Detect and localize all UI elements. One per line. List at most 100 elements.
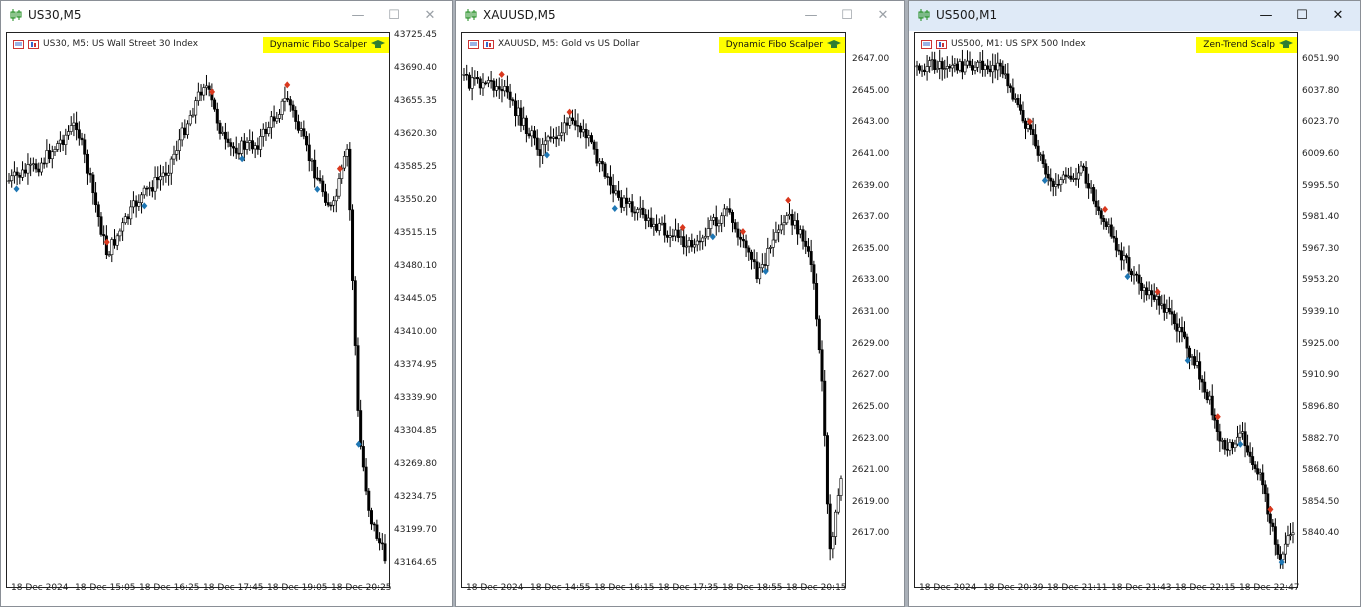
candle-body — [617, 190, 621, 198]
candle — [1008, 83, 1012, 93]
close-button[interactable]: ✕ — [420, 6, 440, 26]
price-tick-label: 2627.00 — [852, 370, 890, 381]
maximize-button[interactable]: ☐ — [1292, 6, 1312, 26]
window-title-bar[interactable]: XAUUSD,M5 — ☐ ✕ — [456, 1, 904, 31]
price-axis: 43725.45 43690.40 43655.35 43620.30 43585.25… — [392, 30, 447, 590]
candle — [497, 77, 501, 100]
candle-body — [118, 230, 122, 237]
one-click-trading-icon[interactable] — [468, 39, 479, 49]
price-tick-label: 2629.00 — [852, 338, 890, 349]
window-title-bar[interactable]: US500,M1 — ☐ ✕ — [909, 1, 1360, 31]
one-click-trading-icon[interactable] — [13, 39, 24, 49]
candle-body — [570, 117, 574, 121]
candle-body — [614, 190, 618, 194]
candle-body — [67, 131, 71, 136]
candle-body — [497, 86, 501, 90]
buy-signal-arrow — [1124, 273, 1131, 281]
candle — [34, 158, 38, 173]
candle-body — [264, 128, 268, 134]
price-chart[interactable] — [915, 33, 1297, 587]
candle-body — [741, 238, 745, 242]
depth-of-market-icon[interactable] — [936, 39, 947, 49]
candle-body — [26, 164, 30, 174]
candle-body — [535, 137, 539, 150]
candle-body — [486, 80, 490, 84]
time-tick-label: 18 Dec 2024 — [466, 583, 524, 593]
candle-body — [955, 63, 959, 71]
candle-body — [323, 191, 327, 203]
candle-body — [242, 140, 246, 150]
candle-body — [1203, 381, 1207, 393]
candle-body — [369, 510, 373, 525]
candle — [183, 119, 187, 139]
candle — [1233, 439, 1237, 452]
candle — [169, 156, 173, 185]
candle-body — [1238, 432, 1242, 438]
candle — [58, 131, 62, 153]
candle-body — [687, 240, 691, 247]
close-button[interactable]: ✕ — [873, 6, 893, 26]
chart-window-xauusd[interactable]: XAUUSD,M5 — ☐ ✕ XAUUSD, M5: Gold vs US D… — [455, 0, 905, 607]
maximize-button[interactable]: ☐ — [384, 6, 404, 26]
candle — [83, 133, 87, 164]
window-title: US500,M1 — [936, 8, 998, 22]
depth-of-market-icon[interactable] — [483, 39, 494, 49]
candle — [785, 212, 789, 225]
minimize-button[interactable]: — — [348, 6, 368, 26]
candle-body — [1157, 296, 1161, 306]
chart-canvas[interactable]: US500, M1: US SPX 500 Index Zen-Trend Sc… — [914, 32, 1298, 588]
maximize-button[interactable]: ☐ — [837, 6, 857, 26]
symbol-info: US500, M1: US SPX 500 Index — [921, 39, 1086, 49]
price-tick-label: 43410.00 — [394, 327, 437, 337]
price-chart[interactable] — [7, 33, 389, 587]
candle-body — [514, 100, 518, 117]
candle-body — [771, 239, 775, 248]
candle — [126, 213, 130, 225]
candle — [600, 158, 604, 172]
minimize-button[interactable]: — — [1256, 6, 1276, 26]
candle — [958, 58, 962, 73]
close-button[interactable]: ✕ — [1328, 6, 1348, 26]
window-title-bar[interactable]: US30,M5 — ☐ ✕ — [1, 1, 452, 31]
candle — [137, 194, 141, 211]
candle-body — [938, 61, 942, 69]
candle — [380, 533, 384, 551]
one-click-trading-icon[interactable] — [921, 39, 932, 49]
candle — [96, 201, 100, 227]
candle-body — [1286, 535, 1290, 545]
candle-body — [774, 231, 778, 241]
candle — [709, 215, 713, 237]
candle — [1278, 546, 1282, 569]
candle-body — [77, 129, 81, 139]
candle — [1286, 525, 1290, 548]
candle-body — [353, 280, 357, 346]
candle-body — [1233, 443, 1237, 448]
candle-body — [736, 228, 740, 238]
candle-body — [194, 100, 198, 116]
candle-body — [137, 202, 141, 207]
candle-body — [1001, 65, 1005, 75]
candle-body — [1003, 73, 1007, 76]
candle-body — [763, 264, 767, 266]
candle-body — [630, 201, 634, 213]
candle-body — [1145, 287, 1149, 296]
candle — [1238, 424, 1242, 443]
chart-window-us500[interactable]: US500,M1 — ☐ ✕ US500, M1: US SPX 500 Ind… — [908, 0, 1361, 607]
candle — [516, 99, 520, 126]
chart-window-us30[interactable]: US30,M5 — ☐ ✕ US30, M5: US Wall Street 3… — [0, 0, 453, 607]
price-chart[interactable] — [462, 33, 845, 587]
minimize-button[interactable]: — — [801, 6, 821, 26]
chart-canvas[interactable]: XAUUSD, M5: Gold vs US Dollar Dynamic Fi… — [461, 32, 846, 588]
candle — [1119, 242, 1123, 271]
candle-body — [221, 131, 225, 134]
chart-canvas[interactable]: US30, M5: US Wall Street 30 Index Dynami… — [6, 32, 390, 588]
candle-body — [981, 60, 985, 70]
candle — [953, 58, 957, 73]
candle-body — [533, 130, 537, 139]
candle-body — [240, 140, 244, 154]
depth-of-market-icon[interactable] — [28, 39, 39, 49]
candle — [717, 219, 721, 233]
candle — [1213, 408, 1217, 429]
candle-body — [484, 82, 488, 85]
candle-body — [1246, 445, 1250, 453]
